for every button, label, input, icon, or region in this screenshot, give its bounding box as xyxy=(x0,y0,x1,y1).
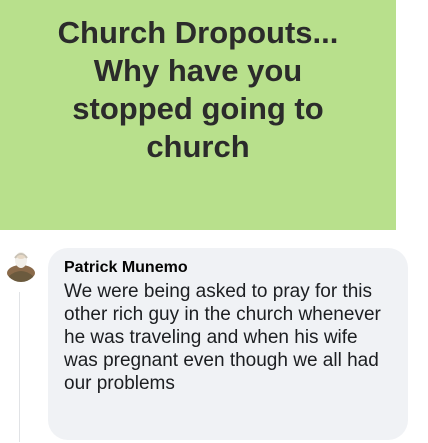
comment-text: We were being asked to pray for this oth… xyxy=(64,281,381,394)
comment: Patrick Munemo We were being asked to pr… xyxy=(0,248,428,443)
comment-author[interactable]: Patrick Munemo xyxy=(64,258,394,278)
post-banner: Church Dropouts... Why have you stopped … xyxy=(0,0,396,230)
comment-bubble[interactable]: Patrick Munemo We were being asked to pr… xyxy=(48,248,408,440)
post-text: Church Dropouts... Why have you stopped … xyxy=(57,15,339,164)
user-avatar-icon[interactable] xyxy=(4,248,38,282)
thread-line xyxy=(19,292,20,442)
avatar-image xyxy=(4,248,38,282)
